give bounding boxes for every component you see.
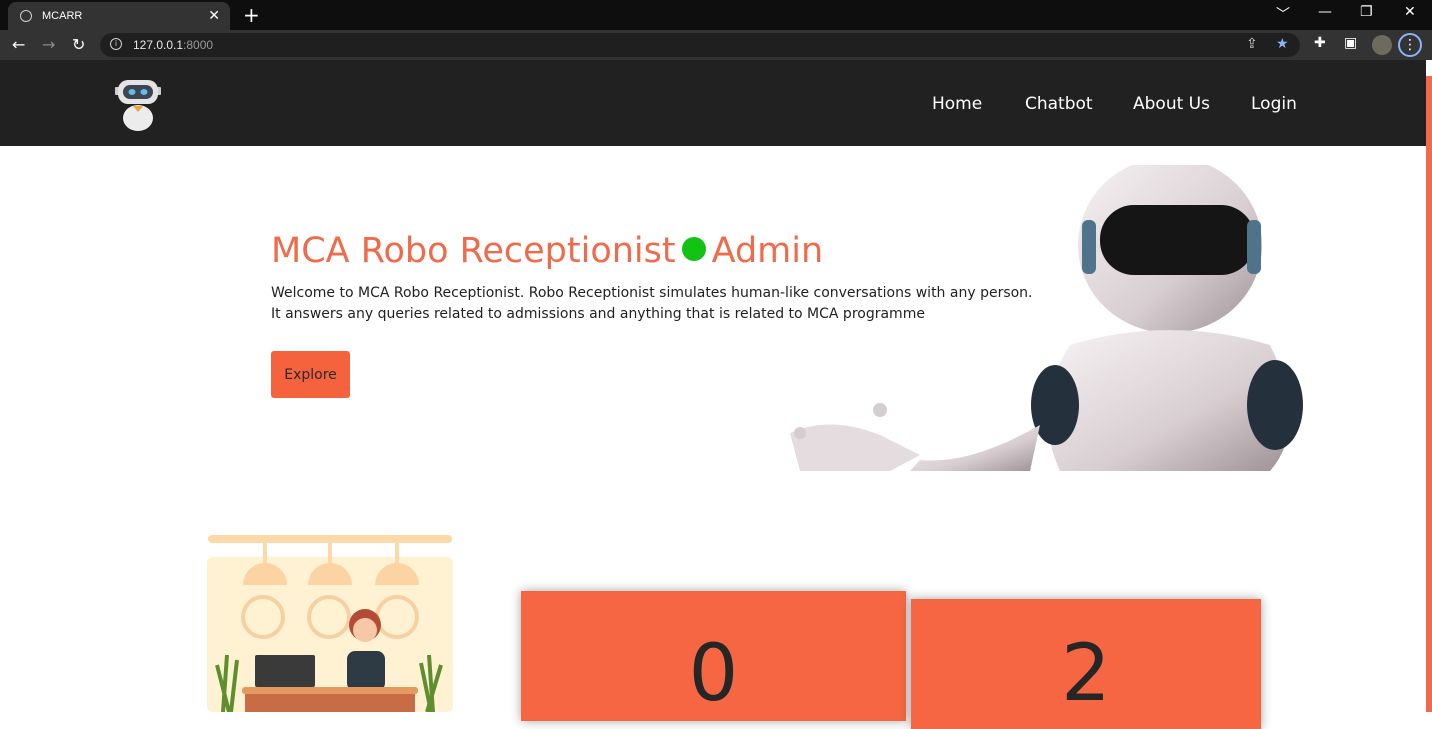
stat-card: 2: [911, 599, 1261, 729]
page-title: MCA Robo Receptionist Admin: [271, 231, 824, 271]
info-icon[interactable]: i: [110, 38, 122, 50]
stat-value: 2: [1061, 629, 1111, 719]
browser-tab-strip: MCARR ✕ + ﹀ — ❐ ✕: [0, 0, 1432, 30]
browser-tab[interactable]: MCARR ✕: [8, 2, 230, 30]
share-icon[interactable]: ⇪: [1246, 36, 1258, 52]
status-dot-icon: [681, 237, 706, 261]
url-text: 127.0.0.1:8000: [133, 38, 214, 52]
nav-about-us[interactable]: About Us: [1133, 94, 1210, 114]
forward-icon[interactable]: →: [42, 35, 55, 54]
new-tab-button[interactable]: +: [243, 3, 260, 27]
extensions-icon[interactable]: ✚: [1314, 35, 1326, 51]
stat-value: 0: [688, 629, 739, 719]
tab-search-icon[interactable]: ﹀: [1276, 4, 1290, 24]
nav-login[interactable]: Login: [1251, 94, 1297, 114]
stat-card: 0: [521, 591, 906, 721]
window-close-icon[interactable]: ✕: [1404, 4, 1416, 20]
back-icon[interactable]: ←: [12, 35, 25, 54]
menu-icon[interactable]: ⋮: [1398, 33, 1422, 57]
nav-home[interactable]: Home: [932, 94, 982, 114]
nav-chatbot[interactable]: Chatbot: [1025, 94, 1093, 114]
restore-icon[interactable]: ❐: [1360, 4, 1373, 20]
globe-icon: [20, 10, 32, 22]
tab-close-icon[interactable]: ✕: [208, 8, 220, 24]
minimize-icon[interactable]: —: [1318, 4, 1332, 20]
receptionist-illustration: [207, 535, 453, 712]
robot-logo-icon[interactable]: [113, 78, 163, 132]
profile-avatar[interactable]: [1372, 35, 1392, 55]
address-bar[interactable]: i 127.0.0.1:8000 ⇪ ★: [100, 33, 1300, 57]
reload-icon[interactable]: ↻: [72, 35, 85, 54]
star-icon[interactable]: ★: [1276, 36, 1289, 52]
browser-toolbar: ← → ↻ i 127.0.0.1:8000 ⇪ ★ ✚ ▣: [0, 30, 1432, 60]
sidepanel-icon[interactable]: ▣: [1344, 35, 1357, 51]
robot-illustration: [790, 165, 1303, 471]
tab-title: MCARR: [42, 10, 83, 22]
site-navbar: [0, 60, 1426, 146]
explore-button[interactable]: Explore: [271, 351, 350, 398]
scrollbar[interactable]: [1426, 76, 1432, 712]
